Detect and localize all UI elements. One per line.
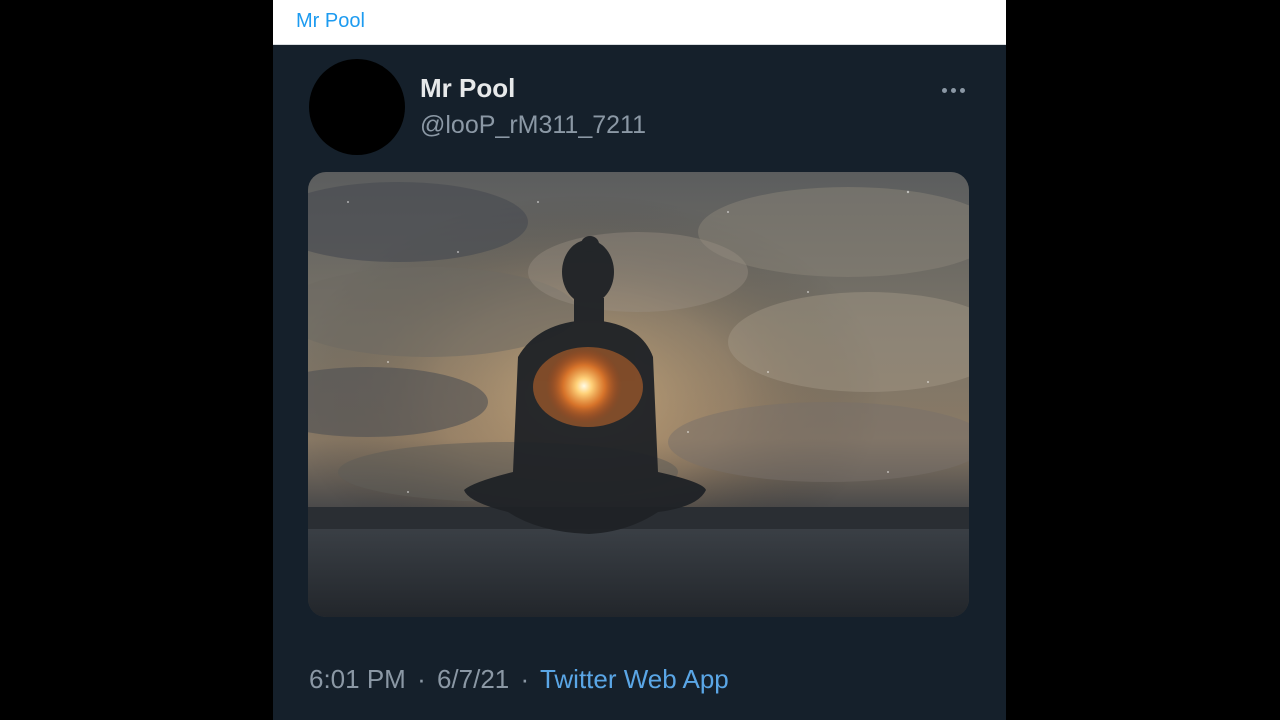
avatar[interactable] [309,59,405,155]
more-dot [941,87,947,93]
more-dot [959,87,965,93]
tweet-metadata: 6:01 PM · 6/7/21 · Twitter Web App [309,664,729,695]
tweet-date: 6/7/21 [436,664,510,694]
tweet-time: 6:01 PM [309,664,406,694]
more-dot [950,87,956,93]
meta-separator: · [417,664,426,694]
tweet-header: Mr Pool @looP_rM311_7211 [273,45,1006,170]
tweet-source-link[interactable]: Twitter Web App [540,664,729,694]
user-handle[interactable]: @looP_rM311_7211 [420,111,646,140]
title-bar-link[interactable]: Mr Pool [296,10,365,33]
tweet-media-image[interactable] [308,172,969,617]
tweet-window: Mr Pool Mr Pool @looP_rM311_7211 6:01 PM… [273,0,1006,720]
title-bar: Mr Pool [273,0,1006,45]
more-icon[interactable] [937,78,969,102]
meditation-photo [308,172,969,617]
meta-separator: · [520,664,530,694]
display-name[interactable]: Mr Pool [420,73,515,104]
